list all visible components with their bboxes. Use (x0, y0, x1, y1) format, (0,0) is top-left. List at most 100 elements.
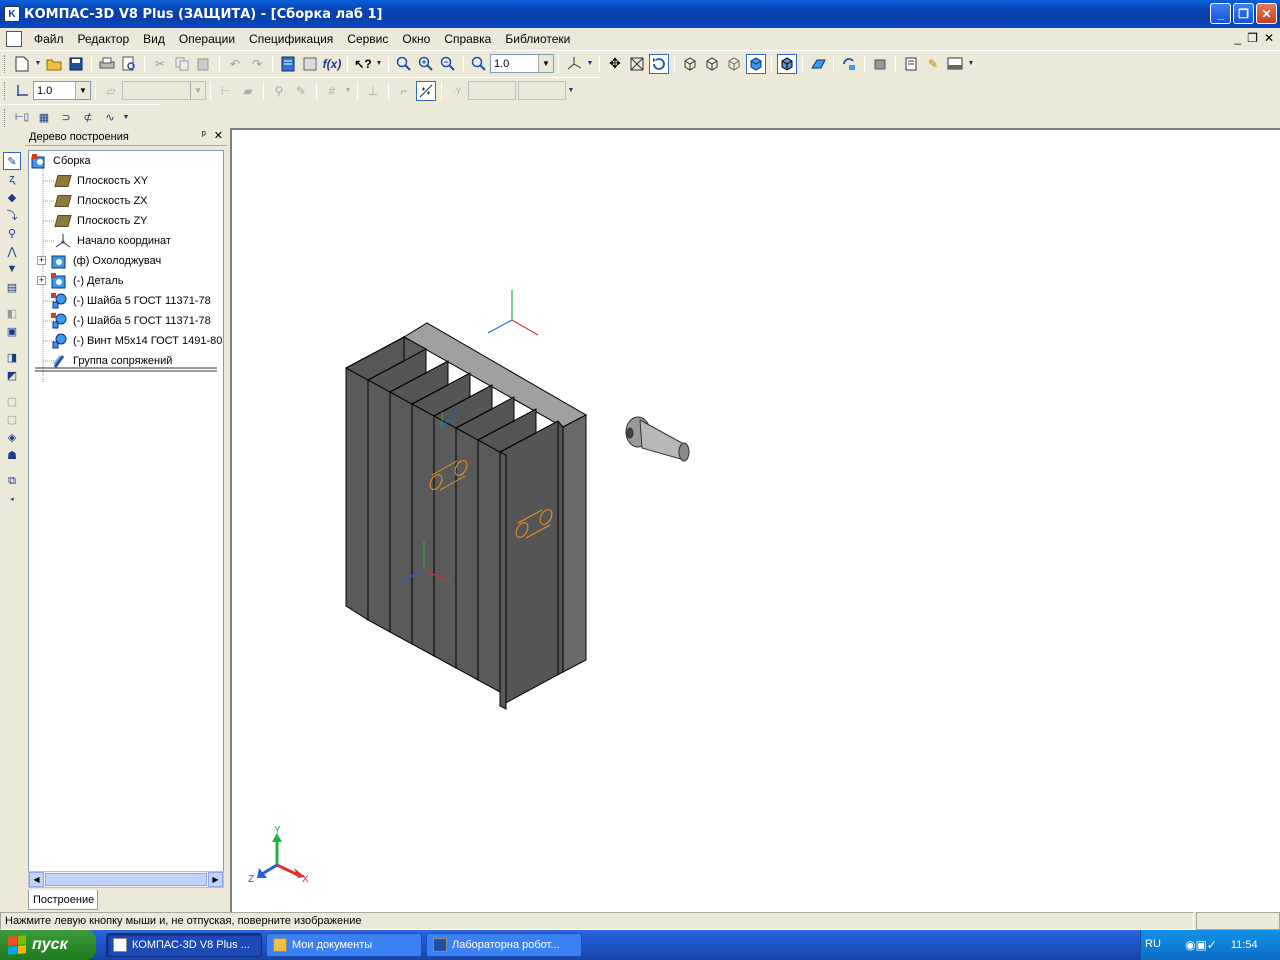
chevron-down-icon[interactable]: ▼ (190, 82, 205, 99)
start-button[interactable]: пуск (0, 930, 96, 960)
grid-icon[interactable]: # (322, 81, 342, 101)
layer-combo[interactable]: ▼ (122, 81, 206, 100)
scroll-thumb[interactable] (45, 873, 207, 886)
auxiliary-geometry-icon[interactable]: ⤵ (3, 206, 21, 224)
x-coord-field[interactable] (468, 81, 516, 100)
tray-icons[interactable]: ◉▣✓ (1185, 938, 1217, 952)
model-viewport[interactable]: Y X Z (230, 128, 1280, 912)
rotate-icon[interactable] (649, 53, 669, 74)
panel-icon[interactable] (945, 54, 965, 74)
edit-tool-icon[interactable]: ✎ (923, 54, 943, 74)
close-button[interactable]: ✕ (1256, 3, 1277, 24)
menu-editor[interactable]: Редактор (78, 32, 130, 46)
zoom-scale-icon[interactable] (469, 54, 489, 74)
zoom-combo[interactable]: 1.0 ▼ (490, 54, 554, 73)
zoom-in-icon[interactable] (416, 54, 436, 74)
ortho-icon[interactable]: ⊥ (363, 81, 383, 101)
tree-item-plane-zy[interactable]: Плоскость ZY (54, 211, 148, 231)
minimize-button[interactable]: _ (1210, 3, 1231, 24)
specification-icon[interactable]: ▤ (3, 278, 21, 296)
properties-icon[interactable] (901, 54, 921, 74)
view-spline-icon[interactable]: ∿ (100, 108, 120, 128)
screw-model[interactable] (625, 416, 690, 462)
tree-item-assembly[interactable]: Сборка (31, 151, 91, 171)
menu-service[interactable]: Сервис (347, 32, 388, 46)
parallelogram-icon[interactable]: ▰ (238, 81, 258, 101)
measure-icon[interactable]: ⋀ (3, 242, 21, 260)
task-kompas[interactable]: КОМПАС-3D V8 Plus ... (106, 933, 262, 957)
tab-build[interactable]: Построение (28, 890, 98, 910)
dropdown-arrow-icon[interactable]: ▼ (967, 54, 975, 74)
menu-file[interactable]: Файл (34, 32, 64, 46)
library-icon[interactable]: ☗ (3, 446, 21, 464)
pencil-icon[interactable]: ✎ (291, 81, 311, 101)
variables-fx-icon[interactable]: f(x) (322, 54, 342, 74)
orientation-icon[interactable] (564, 54, 584, 74)
view-grid-icon[interactable]: ▦ (34, 108, 54, 128)
array-icon[interactable]: ▢ (3, 392, 21, 410)
print-icon[interactable] (97, 54, 117, 74)
heatsink-model[interactable] (345, 322, 588, 710)
pin-icon[interactable]: ᵖ (202, 129, 206, 142)
dropdown-arrow-icon[interactable]: ▼ (567, 81, 575, 101)
hidden-lines-icon[interactable] (702, 54, 722, 74)
perspective-icon[interactable] (808, 54, 828, 74)
layer-icon[interactable]: ▱ (101, 81, 121, 101)
tree-item-plane-zx[interactable]: Плоскость ZX (54, 191, 148, 211)
maximize-button[interactable]: ❐ (1233, 3, 1254, 24)
macro-icon[interactable]: ⧉ (3, 472, 21, 490)
tree-item-washer-2[interactable]: (-) Шайба 5 ГОСТ 11371-78 (51, 311, 211, 331)
scroll-right-icon[interactable]: ▶ (208, 872, 223, 887)
component-edit-icon[interactable]: ◧ (3, 304, 21, 322)
rebuild-icon[interactable] (839, 54, 859, 74)
tree-horizontal-scrollbar[interactable]: ◀ ▶ (28, 871, 224, 888)
edit-assembly-icon[interactable]: ✎ (3, 152, 21, 170)
tree-item-plane-xy[interactable]: Плоскость XY (54, 171, 148, 191)
tree-item-cooler[interactable]: (ф) Охолоджувач (51, 251, 161, 271)
dropdown-arrow-icon[interactable]: ▼ (586, 54, 594, 74)
part-tools-icon[interactable] (870, 54, 890, 74)
zoom-window-icon[interactable] (394, 54, 414, 74)
dropdown-arrow-icon[interactable]: ▼ (122, 108, 130, 128)
shaded-icon[interactable] (746, 53, 766, 74)
dropdown-arrow-icon[interactable]: ▼ (344, 81, 352, 101)
cut-extrude-icon[interactable]: ◩ (3, 366, 21, 384)
language-indicator[interactable]: RU (1145, 938, 1161, 950)
manager-document-icon[interactable] (278, 54, 298, 74)
zoom-out-icon[interactable] (438, 54, 458, 74)
library-manager-icon[interactable] (300, 54, 320, 74)
menu-operations[interactable]: Операции (179, 32, 235, 46)
tree-item-mates-group[interactable]: Группа сопряжений (51, 351, 172, 371)
thin-hidden-lines-icon[interactable] (724, 54, 744, 74)
tree-item-screw[interactable]: (-) Винт М5х14 ГОСТ 1491-80 (51, 331, 222, 351)
extrude-icon[interactable]: ◨ (3, 348, 21, 366)
menu-help[interactable]: Справка (444, 32, 491, 46)
expand-toggle[interactable]: + (37, 256, 46, 265)
menu-libraries[interactable]: Библиотеки (505, 32, 570, 46)
document-icon[interactable] (6, 30, 22, 47)
cursor-coords-icon[interactable]: ·Y (447, 81, 467, 101)
hole-icon[interactable]: ◈ (3, 428, 21, 446)
print-preview-icon[interactable] (119, 54, 139, 74)
task-my-documents[interactable]: Мои документы (266, 933, 422, 957)
chevron-down-icon[interactable]: ▼ (75, 82, 90, 99)
collapse-arrow-icon[interactable]: ◂ (3, 490, 21, 508)
dropdown-arrow-icon[interactable]: ▼ (375, 54, 383, 74)
pan-icon[interactable]: ✥ (605, 54, 625, 74)
surfaces-icon[interactable]: ◆ (3, 188, 21, 206)
dropdown-arrow-icon[interactable]: ▼ (34, 54, 42, 74)
show-all-icon[interactable] (627, 54, 647, 74)
view-curve-icon[interactable]: ⊄ (78, 108, 98, 128)
menu-view[interactable]: Вид (143, 32, 165, 46)
cut-icon[interactable]: ✂ (150, 54, 170, 74)
redo-icon[interactable]: ↷ (247, 54, 267, 74)
model-canvas[interactable] (232, 130, 1280, 912)
tree-close-icon[interactable]: ✕ (214, 129, 223, 142)
menu-specification[interactable]: Спецификация (249, 32, 333, 46)
scroll-left-icon[interactable]: ◀ (29, 872, 44, 887)
wireframe-icon[interactable] (680, 54, 700, 74)
open-file-icon[interactable] (44, 54, 64, 74)
round-icon[interactable]: ⌐ (394, 81, 414, 101)
spatial-curves-icon[interactable]: ʐ (3, 170, 21, 188)
doc-restore-button[interactable]: ❐ (1247, 31, 1258, 45)
